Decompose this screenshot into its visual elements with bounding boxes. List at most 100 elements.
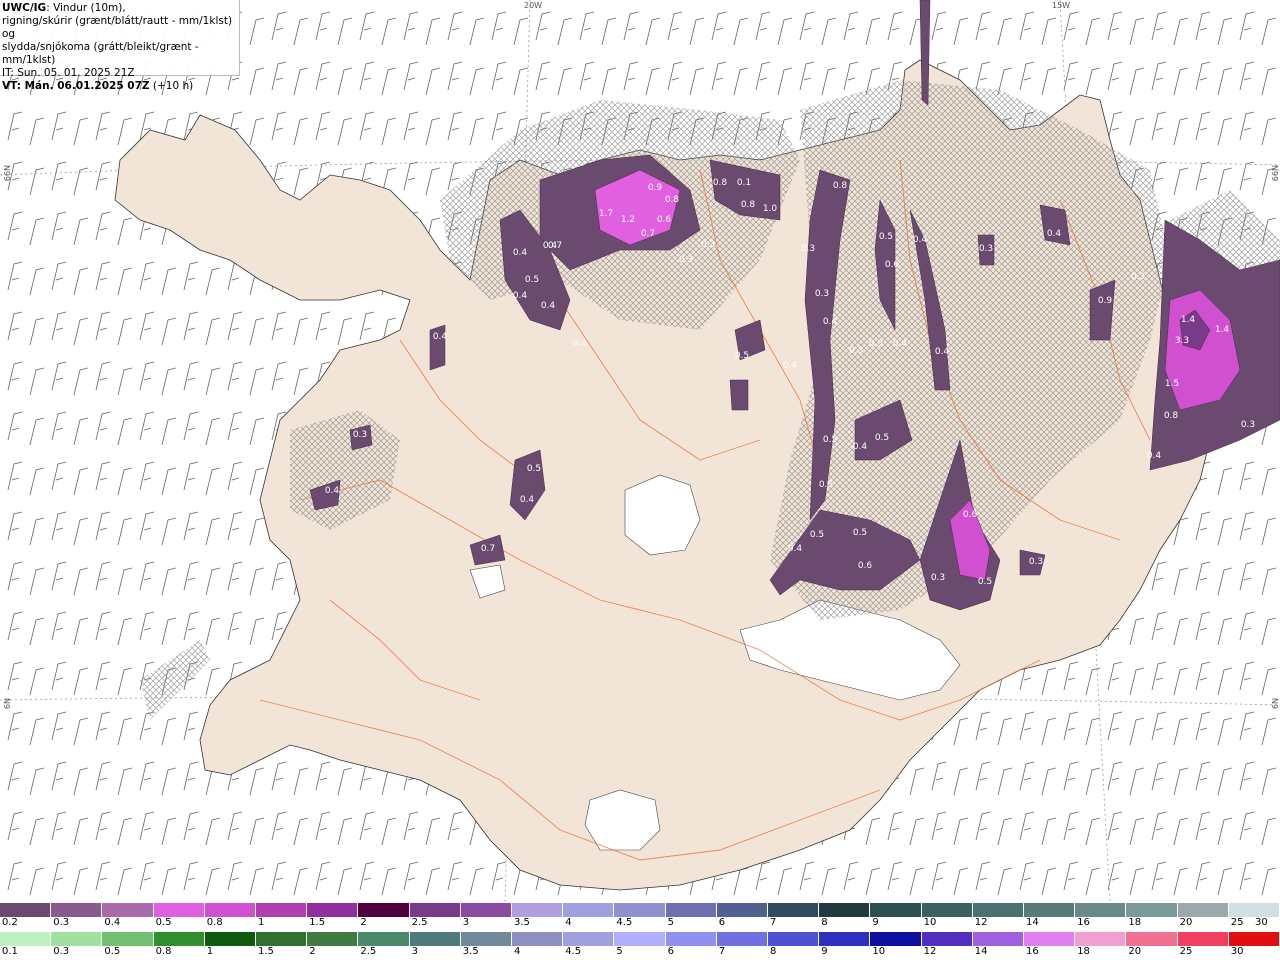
precip-value-label: 0.5 bbox=[853, 528, 867, 538]
precip-value-label: 0.3 bbox=[869, 339, 883, 349]
snow-legend-tick-label: 5 bbox=[667, 917, 674, 928]
precip-value-label: 0.6 bbox=[657, 215, 672, 225]
rain-legend-swatch bbox=[102, 932, 154, 946]
snow-legend-tick-label: 0.8 bbox=[206, 917, 223, 928]
rain-legend-swatch bbox=[51, 932, 103, 946]
precip-value-label: 0.8 bbox=[833, 181, 848, 191]
snow-legend-swatch bbox=[1228, 903, 1280, 917]
lon-label-15w: 15W bbox=[1052, 1, 1071, 10]
rain-legend-swatch bbox=[665, 932, 717, 946]
precip-value-label: 0.4 bbox=[788, 544, 803, 554]
rain-legend-swatch bbox=[256, 932, 308, 946]
rain-legend-swatch bbox=[819, 932, 871, 946]
lat-label-right-upper: N99 bbox=[1270, 165, 1279, 182]
rain-legend-swatch bbox=[1228, 932, 1280, 946]
precip-value-label: 0.4 bbox=[513, 248, 528, 258]
precip-value-label: 0.5 bbox=[819, 480, 833, 490]
snow-legend-swatch bbox=[768, 903, 820, 917]
rain-legend-labels: 0.1 0.3 0.5 0.8 1 1.5 2 2.5 3 3.5 4 4.5 5 6 7 8 9 10 12 14 1… bbox=[0, 946, 1280, 960]
title-line-3: slydda/snjókoma (grátt/bleikt/grænt - mm… bbox=[2, 41, 199, 66]
precip-value-label: 0.5 bbox=[735, 351, 749, 361]
lat-label-left-upper: N99 bbox=[2, 165, 11, 182]
rain-legend-tick-label: 0.3 bbox=[53, 946, 70, 957]
rain-legend-tick-label: 5 bbox=[616, 946, 623, 957]
map-canvas[interactable]: 0.4 0.5 0.4 0.4 0.7 0.4 0.9 1.2 1.7 0.6 0.8 0.7 0.3 0… bbox=[0, 0, 1280, 902]
snow-legend-swatch bbox=[256, 903, 308, 917]
precip-value-label: 0.3 bbox=[1029, 557, 1043, 567]
rain-legend-swatch bbox=[972, 932, 1025, 946]
precip-value-label: 0.4 bbox=[573, 339, 588, 349]
precip-value-label: 0.7 bbox=[481, 544, 495, 554]
precip-value-label: 0.4 bbox=[1147, 451, 1162, 461]
rain-legend-swatch bbox=[563, 932, 615, 946]
rain-legend-swatch bbox=[460, 932, 513, 946]
precip-value-label: 0.4 bbox=[433, 332, 448, 342]
precip-value-label: 0.4 bbox=[1047, 229, 1062, 239]
rain-legend-swatch bbox=[614, 932, 666, 946]
snow-legend-tick-label: 1 bbox=[258, 917, 265, 928]
precip-value-label: 1.5 bbox=[1165, 379, 1179, 389]
rain-legend-tick-label: 14 bbox=[974, 946, 988, 957]
precip-value-label: 0.4 bbox=[935, 347, 950, 357]
rain-legend-tick-label: 1.5 bbox=[258, 946, 274, 957]
snow-legend-tick-label: 6 bbox=[718, 917, 726, 928]
rain-legend-tick-label: 4.5 bbox=[565, 946, 582, 957]
snow-legend-tick-label: 2 bbox=[360, 917, 367, 928]
snow-legend-swatch bbox=[1075, 903, 1127, 917]
snow-legend-tick-label: 1.5 bbox=[309, 917, 326, 928]
snow-legend-swatch bbox=[358, 903, 410, 917]
snow-legend-tick-label: 7 bbox=[770, 917, 777, 928]
title-line-1: UWC/IG: Vindur (10m), bbox=[2, 2, 237, 15]
rain-legend-swatch bbox=[768, 932, 820, 946]
snow-legend-labels: 0.2 0.3 0.4 0.5 0.8 1 1.5 2 2.5 3 3.5 4 4.5 5 6 7 8 9 10 12… bbox=[0, 917, 1280, 931]
precip-value-label: 0.3 bbox=[931, 573, 945, 583]
precip-value-label: 0.9 bbox=[648, 183, 663, 193]
snow-legend-tick-label: 10 bbox=[923, 917, 937, 928]
snow-legend-tick-label: 4 bbox=[565, 917, 572, 928]
precip-value-label: 0.5 bbox=[823, 435, 837, 445]
title-description: : Vindur (10m), bbox=[46, 2, 126, 14]
snow-legend-swatch bbox=[921, 903, 973, 917]
rain-legend-tick-label: 0.5 bbox=[104, 946, 121, 957]
snow-legend-tick-label: 20 bbox=[1179, 917, 1193, 928]
rain-legend-tick-label: 9 bbox=[821, 946, 828, 957]
snow-legend-tick-label: 0.5 bbox=[155, 917, 172, 928]
precip-value-label: 0.3 bbox=[1241, 420, 1255, 430]
rain-legend-tick-label: 6 bbox=[667, 946, 674, 957]
snow-legend-swatch bbox=[102, 903, 154, 917]
snow-legend-swatch bbox=[1177, 903, 1229, 917]
rain-legend-tick-label: 4 bbox=[514, 946, 521, 957]
precip-value-label: 0.4 bbox=[541, 301, 556, 311]
snow-legend-swatch bbox=[51, 903, 103, 917]
snow-legend-tick-label: 18 bbox=[1128, 917, 1142, 928]
map-area[interactable]: 0.4 0.5 0.4 0.4 0.7 0.4 0.9 1.2 1.7 0.6 0.8 0.7 0.3 0… bbox=[0, 0, 1280, 902]
precip-value-label: 0.4 bbox=[823, 317, 838, 327]
snow-legend-colorbar bbox=[0, 903, 1280, 917]
model-name: UWC/IG bbox=[2, 2, 47, 14]
snow-legend-swatch bbox=[512, 903, 564, 917]
precip-value-label: 0.6 bbox=[963, 510, 978, 520]
title-line-2: rigning/skúrir (grænt/blátt/rautt - mm/1… bbox=[2, 15, 233, 40]
rain-legend-swatch bbox=[204, 932, 257, 946]
rain-legend-tick-label: 3 bbox=[411, 946, 418, 957]
snow-legend-swatch bbox=[1024, 903, 1076, 917]
rain-legend-tick-label: 2.5 bbox=[360, 946, 377, 957]
rain-legend-swatch bbox=[921, 932, 973, 946]
snow-legend-swatch bbox=[0, 903, 52, 917]
precip-value-label: 0.1 bbox=[737, 178, 751, 188]
precip-value-label: 1.4 bbox=[1181, 315, 1196, 325]
precip-value-label: 0.8 bbox=[1164, 411, 1179, 421]
precip-value-label: 0.5 bbox=[810, 530, 824, 540]
precip-value-label: 0.5 bbox=[978, 577, 992, 587]
precip-value-label: 0.3 bbox=[701, 240, 715, 250]
rain-legend-tick-label: 25 bbox=[1179, 946, 1193, 957]
precip-value-label: 0.4 bbox=[520, 495, 535, 505]
rain-legend-swatch bbox=[1126, 932, 1178, 946]
snow-legend-tick-label: 2.5 bbox=[411, 917, 428, 928]
rain-legend-swatch bbox=[153, 932, 205, 946]
rain-legend-swatch bbox=[716, 932, 769, 946]
precip-value-label: 1.4 bbox=[1215, 325, 1230, 335]
snow-legend-tick-label: 9 bbox=[872, 917, 879, 928]
snow-legend-tick-label: 3 bbox=[462, 917, 470, 928]
precip-value-label: 1.0 bbox=[763, 204, 778, 214]
